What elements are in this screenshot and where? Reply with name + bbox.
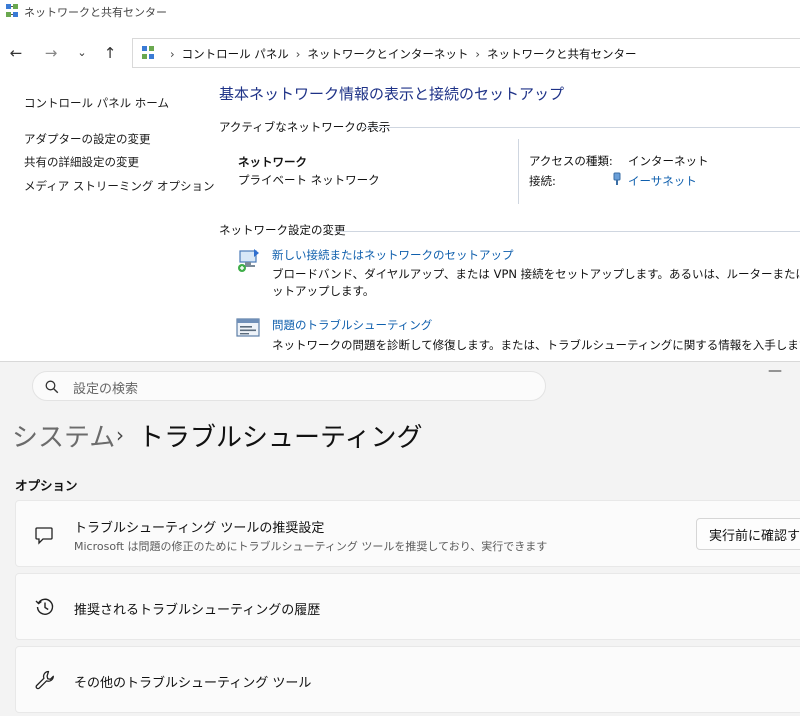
new-connection-icon <box>238 249 259 272</box>
confirm-before-run-dropdown[interactable]: 実行前に確認する <box>696 518 800 550</box>
network-center-icon <box>6 4 18 17</box>
divider <box>334 231 800 232</box>
card-subtitle: Microsoft は問題の修正のためにトラブルシューティング ツールを推奨して… <box>74 540 548 553</box>
section-label: オプション <box>15 478 78 493</box>
connection-label: 接続: <box>529 174 556 188</box>
divider <box>518 139 519 204</box>
media-streaming-link[interactable]: メディア ストリーミング オプション <box>24 178 215 194</box>
access-type-label: アクセスの種類: <box>529 154 613 168</box>
setup-new-connection-link[interactable]: 新しい接続またはネットワークのセットアップ <box>272 247 514 263</box>
forward-arrow-icon[interactable]: → <box>41 44 61 62</box>
card-title: トラブルシューティング ツールの推奨設定 <box>74 521 325 536</box>
divider <box>362 127 800 128</box>
up-arrow-icon[interactable]: ↑ <box>100 44 120 62</box>
chevron-right-icon: › <box>170 47 175 61</box>
control-panel-home-link[interactable]: コントロール パネル ホーム <box>24 95 169 111</box>
address-bar[interactable]: › コントロール パネル › ネットワークとインターネット › ネットワークと共有センター <box>132 38 800 68</box>
back-arrow-icon[interactable]: ← <box>6 44 26 62</box>
page-title: 基本ネットワーク情報の表示と接続のセットアップ <box>219 85 565 103</box>
history-icon <box>35 598 54 615</box>
chevron-right-icon: › <box>116 423 124 447</box>
breadcrumb: › コントロール パネル › ネットワークとインターネット › ネットワークと共有センター <box>163 46 636 62</box>
task-description: ットアップします。 <box>272 284 375 298</box>
change-settings-label: ネットワーク設定の変更 <box>219 223 346 237</box>
card-title: その他のトラブルシューティング ツール <box>74 676 312 691</box>
chevron-right-icon: › <box>475 47 480 61</box>
wrench-icon <box>35 670 54 690</box>
chevron-right-icon: › <box>295 47 301 61</box>
access-type-value: インターネット <box>628 154 709 168</box>
other-troubleshooters-card[interactable]: その他のトラブルシューティング ツール <box>15 646 800 713</box>
window-title: ネットワークと共有センター <box>24 6 167 19</box>
recent-chevron-down-icon[interactable]: ⌄ <box>72 44 92 62</box>
minimize-button[interactable]: — <box>768 364 782 378</box>
breadcrumb-item[interactable]: ネットワークと共有センター <box>487 47 637 61</box>
search-icon <box>45 380 59 394</box>
network-type-link[interactable]: プライベート ネットワーク <box>238 172 380 188</box>
troubleshoot-icon <box>236 318 260 337</box>
search-placeholder: 設定の検索 <box>73 382 139 397</box>
breadcrumb-parent[interactable]: システム <box>12 417 115 454</box>
settings-window: 設定の検索 — システム › トラブルシューティング オプション トラブルシュー… <box>0 361 800 716</box>
chat-bubble-icon <box>35 527 53 545</box>
control-panel-window: ネットワークと共有センター ← → ⌄ ↑ › コントロール パネル › ネットワーク… <box>0 0 800 355</box>
page-title: トラブルシューティング <box>138 423 423 453</box>
search-input[interactable]: 設定の検索 <box>32 371 546 401</box>
adapter-settings-link[interactable]: アダプターの設定の変更 <box>24 131 151 147</box>
task-description: ブロードバンド、ダイヤルアップ、または VPN 接続をセットアップします。あるい… <box>272 267 800 281</box>
breadcrumb-item[interactable]: ネットワークとインターネット <box>307 47 468 61</box>
card-title: 推奨されるトラブルシューティングの履歴 <box>74 603 321 618</box>
window-titlebar: ネットワークと共有センター <box>0 0 800 24</box>
recommended-troubleshooter-card[interactable]: トラブルシューティング ツールの推奨設定 Microsoft は問題の修正のため… <box>15 500 800 567</box>
breadcrumb-item[interactable]: コントロール パネル <box>182 47 289 61</box>
ethernet-connection-link[interactable]: イーサネット <box>628 173 697 189</box>
network-center-icon <box>142 46 154 59</box>
ethernet-icon <box>613 172 621 185</box>
task-description: ネットワークの問題を診断して修復します。または、トラブルシューティングに関する情… <box>272 338 800 352</box>
troubleshooting-history-card[interactable]: 推奨されるトラブルシューティングの履歴 <box>15 573 800 640</box>
troubleshoot-problems-link[interactable]: 問題のトラブルシューティング <box>272 317 432 333</box>
network-name: ネットワーク <box>238 155 307 169</box>
advanced-sharing-link[interactable]: 共有の詳細設定の変更 <box>24 154 139 170</box>
